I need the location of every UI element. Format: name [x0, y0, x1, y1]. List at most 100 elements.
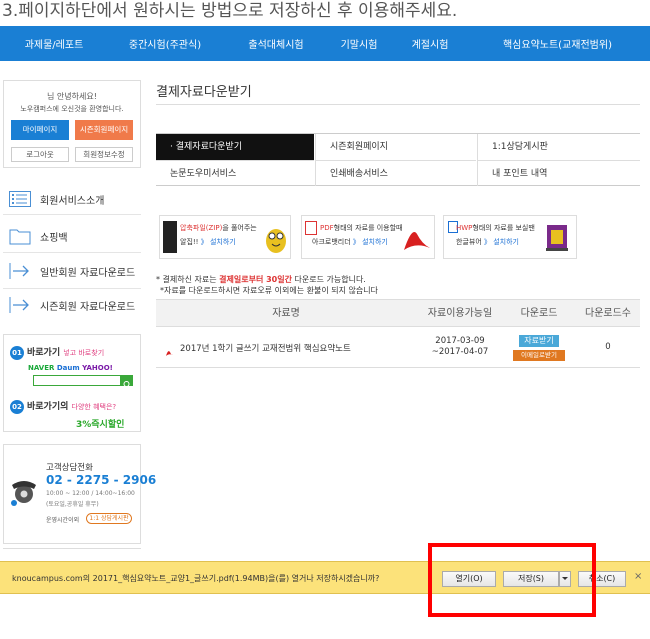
tab-payment-download[interactable]: · 결제자료다운받기 [156, 134, 314, 160]
download-button[interactable]: 자료받기 [519, 335, 559, 347]
nav-item-assignment[interactable]: 과제물/레포트 [14, 36, 94, 51]
download-count: 0 [605, 342, 611, 352]
date-to: ~2017-04-07 [431, 347, 489, 357]
bookmark-promo-box[interactable]: 01 바로가기 넣고 바로찾기 NAVER Daum YAHOO! 02 바로가기의… [3, 334, 141, 432]
sidebar-item-label: 쇼핑백 [40, 232, 68, 244]
table-row: 2017년 1학기 글쓰기 교재전범위 핵심요약노트 2017-03-09 ~2… [156, 328, 640, 368]
date-from: 2017-03-09 [435, 336, 485, 346]
tab-divider [477, 134, 478, 186]
sidebar-divider [3, 548, 141, 558]
browser-download-bar: knoucampus.com의 20171_핵심요약노트_교양1_글쓰기.pdf… [0, 561, 650, 594]
service-tab-grid: · 결제자료다운받기 시즌회원페이지 1:1상담게시판 논문도우미서비스 인쇄배… [156, 133, 640, 186]
save-dropdown-button[interactable] [559, 571, 571, 587]
hwp-viewer-icon [544, 222, 570, 258]
email-download-button[interactable]: 이메일로받기 [513, 350, 565, 361]
info1-red: 압축파일(ZIP) [180, 224, 223, 232]
pdf-file-icon [305, 221, 317, 235]
sidebar-item-label: 시즌회원 자료다운로드 [40, 301, 136, 313]
cs-off-hours: 운영시간이외 [46, 517, 80, 524]
download-size: (1.94MB) [231, 574, 269, 583]
acrobat-install-box[interactable]: PDF형태의 자료를 이용할때 아크로뱃리더 》 설치하기 [301, 215, 435, 259]
promo-line1-suffix: 넣고 바로찾기 [63, 349, 105, 357]
naver-logo: NAVER [28, 364, 55, 372]
column-header-name: 자료명 [272, 308, 300, 319]
download-filename: 20171_핵심요약노트_교양1_글쓰기.pdf [92, 574, 232, 583]
cancel-button[interactable]: 취소(C) [578, 571, 626, 587]
arrow-right-icon [6, 295, 34, 315]
install-link[interactable]: 》 설치하기 [484, 238, 519, 246]
promo-line1-prefix: 바로가기 [27, 348, 61, 358]
notice-download-period: * 결제하신 자료는 결제일로부터 30일간 다운로드 가능합니다. [156, 275, 366, 284]
edit-info-button[interactable]: 회원정보수정 [75, 147, 133, 162]
table-header-row: 자료명 자료이용가능일 다운로드 다운로드수 [156, 299, 640, 327]
number-badge: 01 [10, 345, 24, 360]
install-link[interactable]: 》 설치하기 [201, 238, 236, 246]
nav-item-attendance-exam[interactable]: 출석대체시험 [236, 36, 316, 51]
column-header-count: 다운로드수 [585, 308, 631, 319]
sidebar-divider [3, 288, 141, 289]
promo-line2-suffix: 다양한 혜택은? [71, 403, 117, 411]
title-divider [156, 104, 640, 105]
notice-refund-policy: *자료를 다운로드하시면 자료오류 이외에는 환불이 되지 않습니다 [160, 286, 378, 295]
tab-season-page[interactable]: 시즌회원페이지 [316, 134, 476, 160]
tab-my-points[interactable]: 내 포인트 내역 [478, 160, 640, 186]
nav-item-final-exam[interactable]: 기말시험 [330, 36, 388, 51]
info2-product: 아크로뱃리더 [312, 238, 351, 246]
nav-item-seasonal-exam[interactable]: 계절시험 [400, 36, 460, 51]
zip-file-icon [163, 221, 177, 253]
top-navigation: 과제물/레포트 중간시험(주관식) 출석대체시험 기말시험 계절시험 핵심요약노… [0, 26, 650, 61]
sidebar-divider [3, 214, 141, 215]
instruction-text: 3.페이지하단에서 원하시는 방법으로 저장하신 후 이용해주세요. [2, 1, 458, 21]
pdf-icon [165, 342, 174, 361]
sidebar-item-label: 일반회원 자료다운로드 [40, 267, 136, 279]
search-icon[interactable] [121, 375, 133, 389]
logout-button[interactable]: 로그아웃 [11, 147, 69, 162]
sidebar-item-service-intro[interactable]: 회원서비스소개 [0, 186, 145, 212]
telephone-icon [8, 475, 40, 513]
page-title: 결제자료다운받기 [156, 85, 252, 100]
hwp-viewer-install-box[interactable]: HWP형태의 자료를 보실땐 한글뷰어 》 설치하기 [443, 215, 577, 259]
season-page-button[interactable]: 시즌회원페이지 [75, 120, 133, 140]
number-badge: 02 [10, 399, 24, 414]
login-box: 님 안녕하세요! 노우캠퍼스에 오신것을 환영합니다. 마이페이지 시즌회원페이… [3, 80, 141, 168]
cs-hours: 10:00 ~ 12:00 / 14:00~16:00 [46, 490, 135, 497]
tab-divider [315, 134, 316, 186]
sidebar-item-shopping-bag[interactable]: 쇼핑백 [0, 223, 145, 249]
cs-title: 고객상담전화 [46, 463, 93, 473]
folder-icon [6, 226, 34, 246]
info3-rest: 형태의 자료를 보실땐 [472, 224, 535, 232]
customer-service-box: 고객상담전화 02 - 2275 - 2906 10:00 ~ 12:00 / … [3, 444, 156, 544]
discount-text: 3%즉시할인 [76, 420, 125, 430]
install-link[interactable]: 》 설치하기 [353, 238, 388, 246]
nav-item-midterm[interactable]: 중간시험(주관식) [120, 36, 210, 51]
sidebar-item-regular-download[interactable]: 일반회원 자료다운로드 [0, 258, 145, 284]
bookmark-search-input[interactable] [33, 375, 121, 386]
alzip-install-box[interactable]: 압축파일(ZIP)을 풀어주는 알집!! 》 설치하기 [159, 215, 291, 259]
acrobat-logo-icon [402, 222, 432, 258]
chevron-down-icon [562, 577, 568, 580]
cs-board-button[interactable]: 1:1 상담게시판 [86, 513, 132, 524]
sidebar-item-season-download[interactable]: 시즌회원 자료다운로드 [0, 292, 145, 318]
my-page-button[interactable]: 마이페이지 [11, 120, 69, 140]
promo-line2-prefix: 바로가기의 [27, 402, 69, 412]
save-button[interactable]: 저장(S) [503, 571, 559, 587]
item-name[interactable]: 2017년 1학기 글쓰기 교재전범위 핵심요약노트 [180, 342, 351, 354]
info1-rest: 을 풀어주는 [222, 224, 257, 232]
close-icon[interactable]: × [634, 571, 642, 582]
tab-qna-board[interactable]: 1:1상담게시판 [478, 134, 640, 160]
nav-item-summary-note[interactable]: 핵심요약노트(교재전범위) [490, 36, 625, 51]
arrow-right-icon [6, 261, 34, 281]
daum-logo: Daum [56, 364, 80, 372]
download-message: knoucampus.com의 20171_핵심요약노트_교양1_글쓰기.pdf… [12, 574, 380, 583]
tab-thesis-service[interactable]: 논문도우미서비스 [156, 160, 314, 186]
yahoo-logo: YAHOO! [82, 364, 113, 372]
cs-phone: 02 - 2275 - 2906 [46, 473, 157, 487]
cs-hours-note: (토요일,공휴일 휴무) [46, 501, 99, 508]
sidebar-divider [3, 252, 141, 253]
sidebar-item-label: 회원서비스소개 [40, 195, 105, 207]
info3-product: 한글뷰어 [456, 238, 482, 246]
open-button[interactable]: 열기(O) [442, 571, 496, 587]
tab-print-delivery[interactable]: 인쇄배송서비스 [316, 160, 476, 186]
info1-product: 알집!! [180, 238, 199, 246]
info2-rest: 형태의 자료를 이용할때 [333, 224, 403, 232]
